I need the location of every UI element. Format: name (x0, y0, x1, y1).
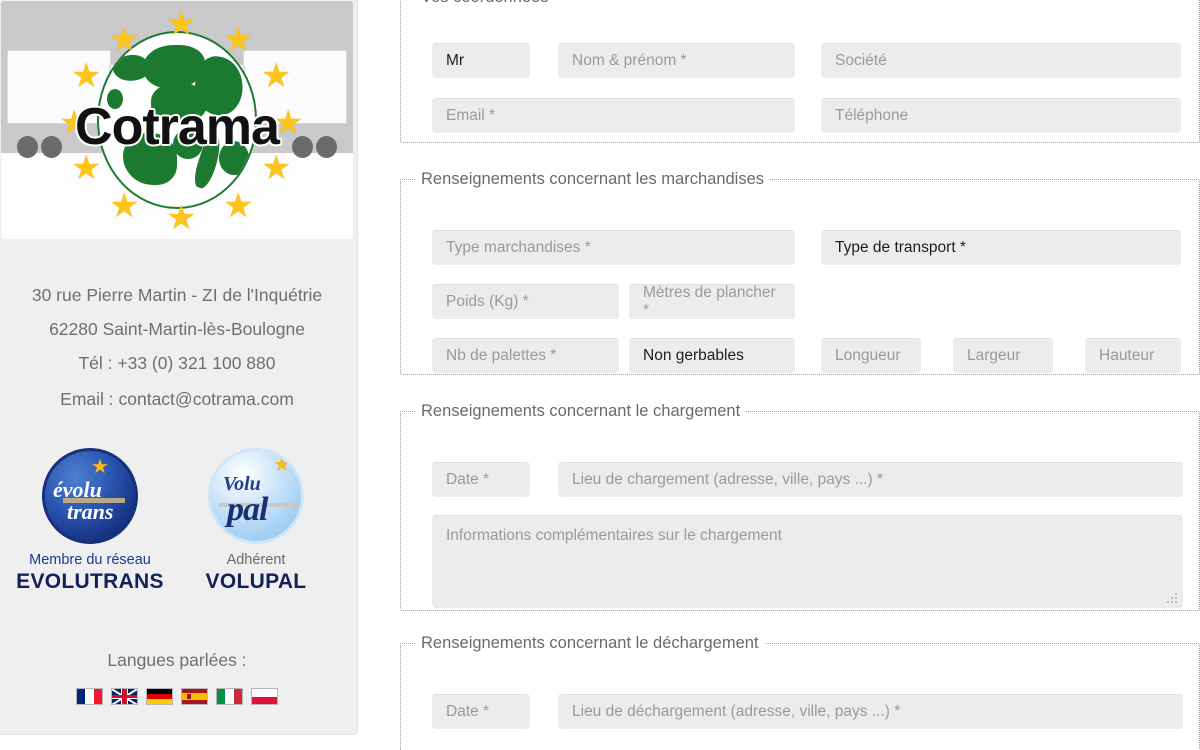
sidebar: ★ ★ ★ ★ ★ ★ ★ ★ ★ ★ ★ ★ Cotrama 30 rue P… (0, 0, 358, 735)
weight-input[interactable]: Poids (Kg) * (432, 284, 619, 319)
length-input[interactable]: Longueur (821, 338, 921, 373)
eu-star-icon: ★ (261, 57, 292, 95)
evolutrans-badge-icon: ★ évolu trans (42, 448, 138, 544)
fullname-input[interactable]: Nom & prénom * (558, 43, 795, 78)
goods-type-input[interactable]: Type marchandises * (432, 230, 795, 265)
section-dechargement: Renseignements concernant le déchargemen… (400, 634, 1200, 750)
phone-line: Tél : +33 (0) 321 100 880 (78, 353, 276, 373)
languages-title: Langues parlées : (107, 650, 247, 670)
eu-star-icon: ★ (223, 21, 254, 59)
evolutrans-logo-line2: trans (67, 499, 114, 524)
eu-star-icon: ★ (166, 5, 197, 43)
company-logo: ★ ★ ★ ★ ★ ★ ★ ★ ★ ★ ★ ★ Cotrama (1, 1, 353, 239)
loading-notes-textarea[interactable]: Informations complémentaires sur le char… (432, 515, 1183, 608)
textarea-resize-grip[interactable] (1167, 593, 1177, 603)
partner-logos: ★ évolu trans Membre du réseau EVOLUTRAN… (0, 448, 354, 608)
partner-volupal[interactable]: ★ Volu pal Adhérent VOLUPAL (176, 448, 336, 594)
volupal-name: VOLUPAL (205, 570, 307, 593)
eu-star-icon: ★ (71, 57, 102, 95)
address-line-2: 62280 Saint-Martin-lès-Boulogne (49, 319, 305, 339)
eu-star-icon: ★ (166, 199, 197, 237)
legend-coordonnees: Vos coordonnées (415, 0, 555, 7)
loading-place-input[interactable]: Lieu de chargement (adresse, ville, pays… (558, 462, 1183, 497)
evolutrans-caption: Membre du réseau (29, 552, 151, 568)
volupal-logo-line2: pal (227, 491, 268, 528)
transport-type-select[interactable]: Type de transport * (821, 230, 1181, 265)
flag-germany-icon[interactable] (146, 688, 173, 705)
legend-marchandises: Renseignements concernant les marchandis… (421, 170, 765, 188)
height-input[interactable]: Hauteur (1085, 338, 1181, 373)
section-chargement: Renseignements concernant le chargement … (400, 402, 1200, 611)
floor-meters-input[interactable]: Mètres de plancher * (629, 284, 795, 319)
loading-date-input[interactable]: Date * (432, 462, 530, 497)
flag-france-icon[interactable] (76, 688, 103, 705)
partner-evolutrans[interactable]: ★ évolu trans Membre du réseau EVOLUTRAN… (10, 448, 170, 594)
language-flags (0, 688, 354, 705)
volupal-badge-icon: ★ Volu pal (208, 448, 304, 544)
flag-united-kingdom-icon[interactable] (111, 688, 138, 705)
quote-request-form: Vos coordonnées Mr Nom & prénom * Sociét… (400, 0, 1200, 750)
stackable-select[interactable]: Non gerbables (629, 338, 795, 373)
section-marchandises: Renseignements concernant les marchandis… (400, 170, 1200, 375)
company-input[interactable]: Société (821, 43, 1181, 78)
eu-star-icon: ★ (109, 21, 140, 59)
unloading-place-input[interactable]: Lieu de déchargement (adresse, ville, pa… (558, 694, 1183, 729)
email-line: Email : contact@cotrama.com (60, 389, 294, 409)
pallets-count-input[interactable]: Nb de palettes * (432, 338, 619, 373)
eu-star-icon: ★ (223, 187, 254, 225)
civility-select[interactable]: Mr (432, 43, 530, 78)
eu-star-icon: ★ (109, 187, 140, 225)
legend-dechargement: Renseignements concernant le déchargemen… (421, 634, 759, 652)
flag-spain-icon[interactable] (181, 688, 208, 705)
page-root: ★ ★ ★ ★ ★ ★ ★ ★ ★ ★ ★ ★ Cotrama 30 rue P… (0, 0, 1200, 750)
evolutrans-name: EVOLUTRANS (16, 570, 164, 593)
flag-italy-icon[interactable] (216, 688, 243, 705)
address-line-1: 30 rue Pierre Martin - ZI de l'Inquétrie (31, 285, 323, 305)
flag-poland-icon[interactable] (251, 688, 278, 705)
unloading-date-input[interactable]: Date * (432, 694, 530, 729)
phone-input[interactable]: Téléphone (821, 98, 1181, 133)
section-coordonnees: Vos coordonnées Mr Nom & prénom * Sociét… (400, 0, 1200, 143)
logo-wordmark: Cotrama (75, 98, 280, 156)
width-input[interactable]: Largeur (953, 338, 1053, 373)
legend-chargement: Renseignements concernant le chargement (421, 402, 741, 420)
email-input[interactable]: Email * (432, 98, 795, 133)
volupal-caption: Adhérent (226, 552, 286, 568)
